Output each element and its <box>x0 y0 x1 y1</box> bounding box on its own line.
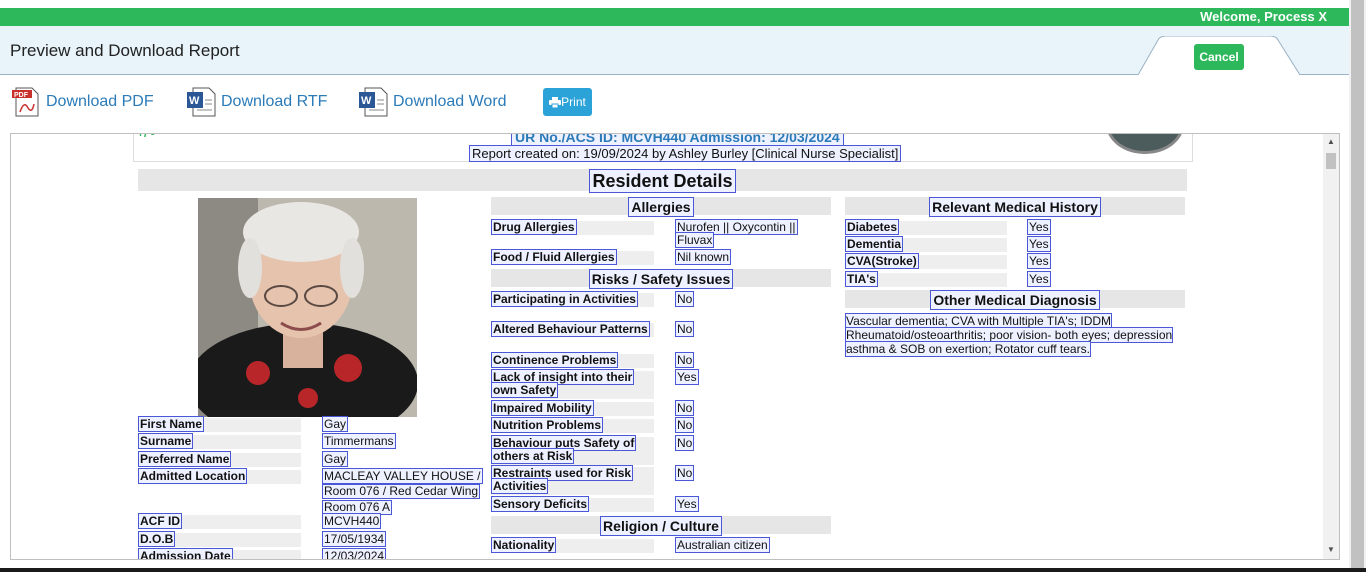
pdf-file-icon: PDF <box>12 87 39 117</box>
print-label: Print <box>561 95 586 109</box>
print-button[interactable]: Print <box>543 88 592 116</box>
welcome-text: Welcome, Process X <box>1200 9 1327 24</box>
admission-date-label: Admission Date <box>138 548 301 559</box>
history-label: TIA's <box>845 271 1007 287</box>
download-toolbar: PDF Download PDF W Download RTF W Downlo… <box>0 76 1349 128</box>
risk-label: Participating in Activities <box>491 291 654 307</box>
resident-photo <box>198 198 417 417</box>
other-diagnosis-heading: Other Medical Diagnosis <box>845 290 1185 310</box>
risk-value: No <box>675 291 695 307</box>
dob-label: D.O.B <box>138 531 301 547</box>
report-created-line: Report created on: 19/09/2024 by Ashley … <box>469 145 902 162</box>
risk-value: No <box>675 321 695 337</box>
acf-id-value: MCVH440 <box>322 513 382 529</box>
history-value: Yes <box>1027 271 1051 287</box>
risk-value: Yes <box>675 369 699 385</box>
download-word-link[interactable]: W Download Word <box>357 86 507 118</box>
svg-text:W: W <box>361 95 372 107</box>
risk-value: No <box>675 435 695 451</box>
download-pdf-link[interactable]: PDF Download PDF <box>10 86 154 118</box>
risk-label: Continence Problems <box>491 352 654 368</box>
page-title: Preview and Download Report <box>10 41 240 60</box>
logo-mark-icon: +/ ▪ <box>137 133 155 140</box>
page-scrollbar[interactable] <box>1349 0 1366 568</box>
svg-text:W: W <box>189 95 200 107</box>
allergies-heading: Allergies <box>491 197 831 217</box>
food-allergies-label: Food / Fluid Allergies <box>491 249 654 265</box>
food-allergies-value: Nil known <box>675 249 732 265</box>
risk-value: No <box>675 352 695 368</box>
download-word-label: Download Word <box>393 93 507 110</box>
history-value: Yes <box>1027 236 1051 252</box>
rtf-file-icon: W <box>187 87 216 117</box>
history-value: Yes <box>1027 219 1051 235</box>
nationality-label: Nationality <box>491 537 654 553</box>
surname-value: Timmermans <box>322 433 396 449</box>
religion-heading: Religion / Culture <box>491 516 831 536</box>
other-diagnosis-text: Vascular dementia; CVA with Multiple TIA… <box>845 313 1174 357</box>
welcome-bar: Welcome, Process X <box>0 8 1349 26</box>
viewer-scrollbar[interactable]: ▲ ▼ <box>1323 134 1339 559</box>
drug-allergies-value: Nurofen || Oxycontin || Fluvax <box>675 219 798 248</box>
header-bar: Preview and Download Report <box>0 26 1349 75</box>
preferred-name-value: Gay <box>322 451 349 467</box>
printer-icon <box>549 96 562 108</box>
risk-label: Impaired Mobility <box>491 400 654 416</box>
risk-label: Altered Behaviour Patterns <box>491 321 654 337</box>
admitted-location-label: Admitted Location <box>138 468 301 484</box>
risk-value: No <box>675 417 695 433</box>
history-label: CVA(Stroke) <box>845 253 1007 269</box>
risk-label: Sensory Deficits <box>491 496 654 512</box>
report-document: +/ ▪ UR No./ACS ID: MCVH440 Admission: 1… <box>11 134 1321 559</box>
risk-label: Behaviour puts Safety of others at Risk <box>491 435 654 465</box>
viewer-scroll-thumb[interactable] <box>1326 153 1336 169</box>
history-value: Yes <box>1027 253 1051 269</box>
risk-label: Lack of insight into their own Safety <box>491 369 654 399</box>
admission-date-value: 12/03/2024 <box>322 548 387 559</box>
medical-history-heading: Relevant Medical History <box>845 197 1185 217</box>
drug-allergies-label: Drug Allergies <box>491 219 654 235</box>
report-viewer[interactable]: +/ ▪ UR No./ACS ID: MCVH440 Admission: 1… <box>10 133 1340 560</box>
download-rtf-label: Download RTF <box>221 93 328 110</box>
svg-text:PDF: PDF <box>14 92 29 99</box>
first-name-label: First Name <box>138 416 301 432</box>
top-strip <box>0 0 1349 8</box>
download-rtf-link[interactable]: W Download RTF <box>185 86 327 118</box>
word-file-icon: W <box>359 87 388 117</box>
bottom-strip <box>0 568 1366 572</box>
admitted-location-value: MACLEAY VALLEY HOUSE / Room 076 / Red Ce… <box>322 468 483 515</box>
risk-label: Restraints used for Risk Activities <box>491 465 654 495</box>
surname-label: Surname <box>138 433 301 449</box>
scroll-up-icon[interactable]: ▲ <box>1323 137 1339 151</box>
scroll-down-icon[interactable]: ▼ <box>1323 545 1339 559</box>
risk-value: No <box>675 465 695 481</box>
first-name-value: Gay <box>322 416 349 432</box>
risk-value: No <box>675 400 695 416</box>
history-label: Diabetes <box>845 219 1007 235</box>
download-pdf-label: Download PDF <box>46 93 154 110</box>
history-label: Dementia <box>845 236 1007 252</box>
acf-id-label: ACF ID <box>138 513 301 529</box>
cancel-button[interactable]: Cancel <box>1194 44 1244 70</box>
risk-label: Nutrition Problems <box>491 417 654 433</box>
page-scroll-thumb[interactable] <box>1351 0 1364 568</box>
risk-value: Yes <box>675 496 699 512</box>
risks-heading: Risks / Safety Issues <box>491 269 831 289</box>
nationality-value: Australian citizen <box>675 537 770 553</box>
preferred-name-label: Preferred Name <box>138 451 301 467</box>
resident-details-heading: Resident Details <box>138 169 1187 193</box>
dob-value: 17/05/1934 <box>322 531 387 547</box>
